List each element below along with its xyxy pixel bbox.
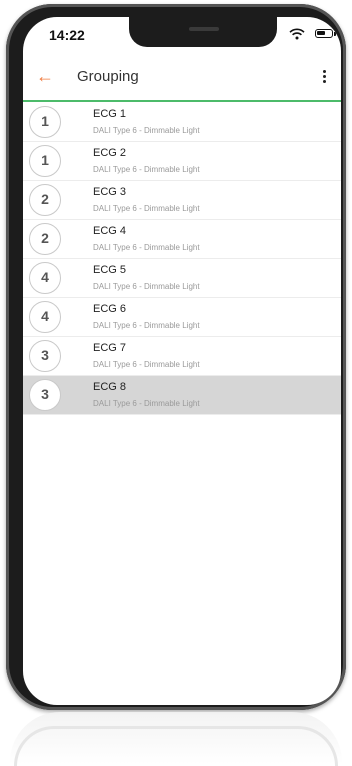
phone-reflection-outline [14,726,338,766]
device-name: ECG 7 [93,342,127,354]
device-type: DALI Type 6 - Dimmable Light [93,321,200,330]
group-badge[interactable]: 2 [29,184,61,216]
device-name: ECG 6 [93,303,127,315]
device-type: DALI Type 6 - Dimmable Light [93,204,200,213]
list-item[interactable]: 2 ECG 3 DALI Type 6 - Dimmable Light [23,181,341,220]
device-type: DALI Type 6 - Dimmable Light [93,282,200,291]
app-bar-divider [23,100,341,102]
arrow-left-icon[interactable]: ← [35,66,55,86]
phone-notch [129,17,277,47]
list-item[interactable]: 4 ECG 6 DALI Type 6 - Dimmable Light [23,298,341,337]
wifi-icon [289,28,305,40]
app-bar: ← Grouping [23,62,341,100]
group-badge[interactable]: 3 [29,379,61,411]
device-type: DALI Type 6 - Dimmable Light [93,360,200,369]
device-type: DALI Type 6 - Dimmable Light [93,165,200,174]
phone-frame: 14:22 ← Grouping 1 ECG 1 DALI Type 6 - Dim… [6,4,346,710]
device-type: DALI Type 6 - Dimmable Light [93,243,200,252]
group-badge[interactable]: 1 [29,106,61,138]
speaker-grille [189,27,219,31]
device-type: DALI Type 6 - Dimmable Light [93,126,200,135]
more-vertical-icon[interactable] [323,70,327,84]
status-time: 14:22 [49,27,85,43]
group-badge[interactable]: 1 [29,145,61,177]
list-item[interactable]: 1 ECG 1 DALI Type 6 - Dimmable Light [23,103,341,142]
list-item[interactable]: 3 ECG 7 DALI Type 6 - Dimmable Light [23,337,341,376]
device-name: ECG 4 [93,225,127,237]
group-badge[interactable]: 4 [29,301,61,333]
page-title: Grouping [77,68,139,85]
device-name: ECG 3 [93,186,127,198]
battery-tip [334,32,336,36]
list-item[interactable]: 1 ECG 2 DALI Type 6 - Dimmable Light [23,142,341,181]
group-badge[interactable]: 4 [29,262,61,294]
device-name: ECG 1 [93,108,127,120]
phone-screen: 14:22 ← Grouping 1 ECG 1 DALI Type 6 - Dim… [23,17,341,705]
device-list: 1 ECG 1 DALI Type 6 - Dimmable Light 1 ECG 2… [23,103,341,415]
group-badge[interactable]: 2 [29,223,61,255]
group-badge[interactable]: 3 [29,340,61,372]
list-item[interactable]: 2 ECG 4 DALI Type 6 - Dimmable Light [23,220,341,259]
device-name: ECG 2 [93,147,127,159]
device-type: DALI Type 6 - Dimmable Light [93,399,200,408]
device-name: ECG 5 [93,264,127,276]
battery-icon [315,29,333,38]
device-name: ECG 8 [93,381,127,393]
list-item[interactable]: 3 ECG 8 DALI Type 6 - Dimmable Light [23,376,341,415]
list-item[interactable]: 4 ECG 5 DALI Type 6 - Dimmable Light [23,259,341,298]
